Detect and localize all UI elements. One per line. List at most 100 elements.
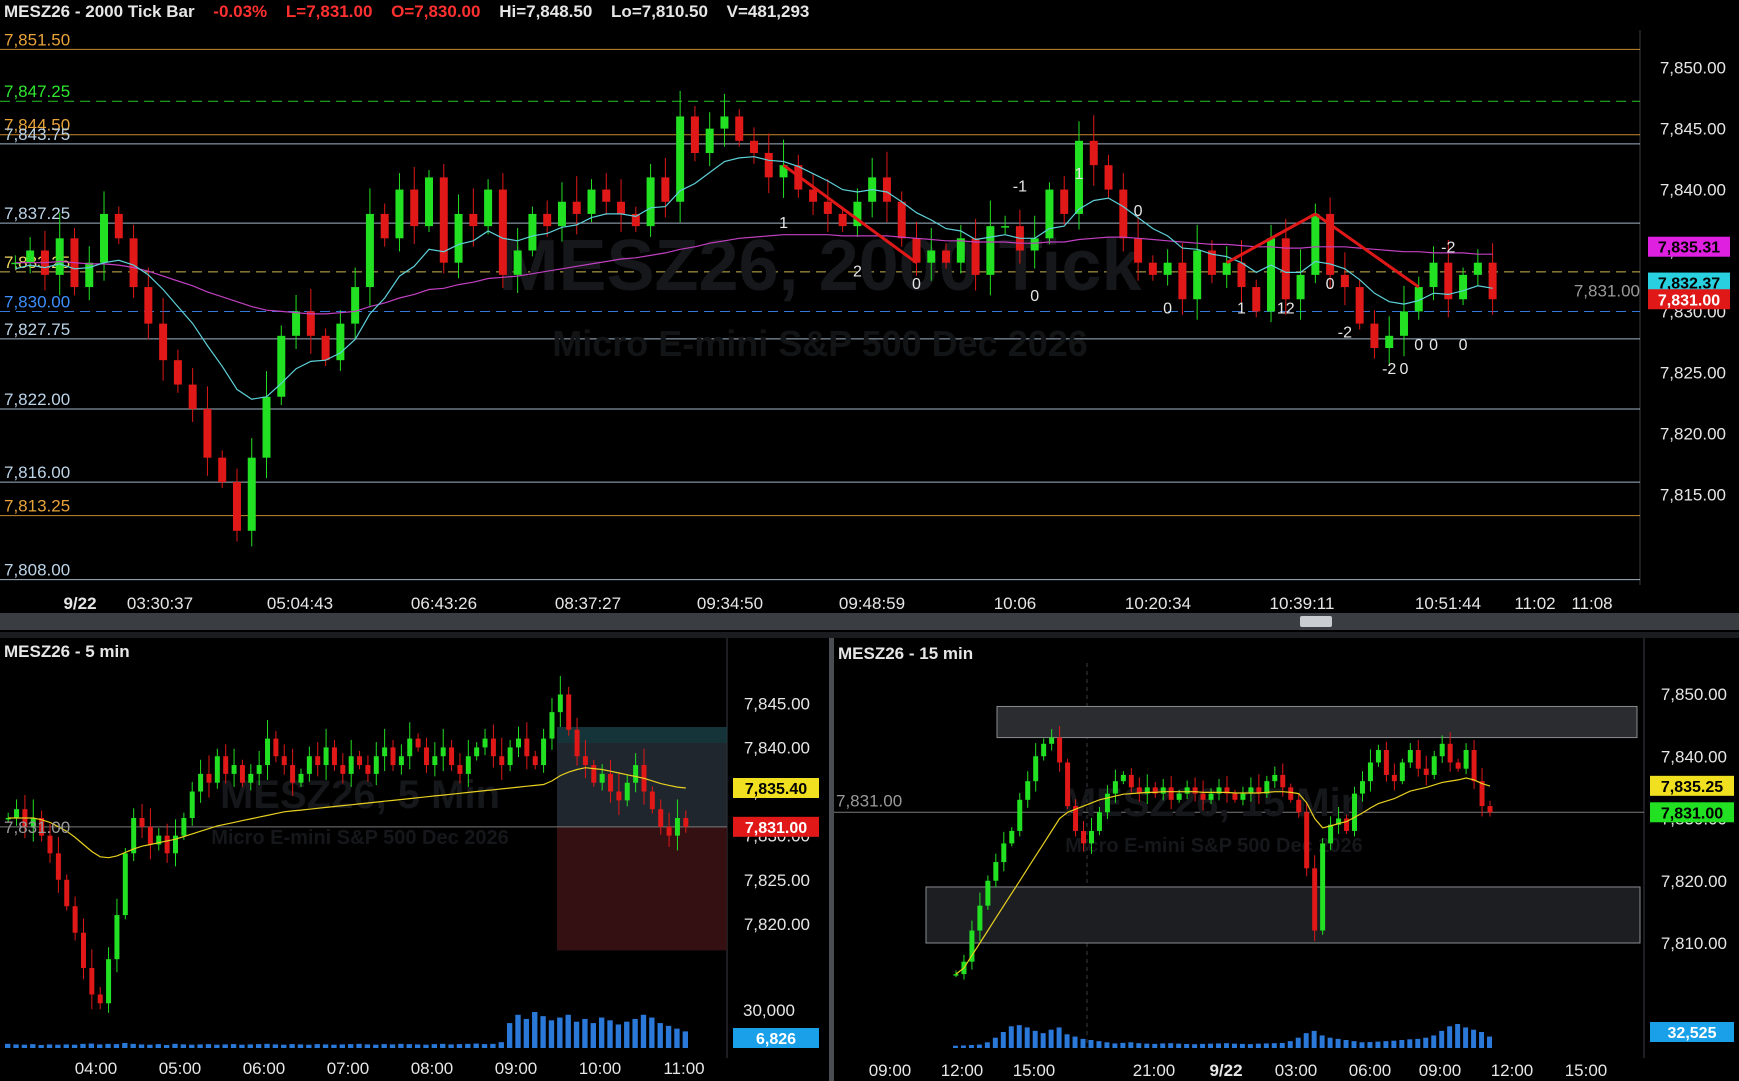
main-candle-body [942, 250, 951, 263]
horizontal-scrollbar[interactable] [0, 613, 1739, 630]
scrollbar-thumb[interactable] [1300, 616, 1332, 627]
m15-candle-body [1120, 774, 1126, 782]
main-candle-body [528, 213, 537, 251]
m5-candle-body [47, 835, 53, 854]
m15-volume-bar [1383, 1041, 1389, 1048]
m5-candle-body [432, 756, 438, 766]
m15-candle-body [993, 862, 999, 881]
m5-candle-body [608, 773, 614, 792]
main-candle-body [927, 250, 936, 263]
m15-candle-body [1041, 743, 1047, 757]
main-price-chart[interactable]: 7,851.507,847.257,844.507,843.757,837.25… [0, 0, 1739, 636]
m15-candle-body [1407, 750, 1413, 763]
m15-volume-bar [1128, 1042, 1134, 1048]
m15-candle-body [953, 974, 959, 976]
five-min-price-chart[interactable]: MESZ26, 5 Min Micro E-mini S&P 500 Dec 20… [0, 638, 829, 1081]
m15-volume-bar [1120, 1042, 1126, 1048]
m5-candle-body [72, 906, 78, 933]
m15-candle-body [1128, 774, 1134, 788]
m15-volume-bar [1000, 1032, 1006, 1048]
m15-candle-body [1352, 793, 1358, 831]
m5-volume-bar [548, 1020, 555, 1048]
m15-volume-bar [1447, 1026, 1453, 1048]
main-candle-body [750, 140, 758, 153]
m15-candle-body [1001, 843, 1007, 863]
m15-volume-bar [1072, 1036, 1078, 1048]
m5-volume-bar [105, 1043, 111, 1048]
m5-volume-bar [189, 1044, 195, 1048]
m5-volume-bar [540, 1016, 546, 1048]
m15-x-label: 9/22 [1209, 1061, 1242, 1080]
main-candle-body [1163, 262, 1172, 275]
m15-volume-bar [1040, 1033, 1046, 1048]
m15-volume-bar [1080, 1038, 1086, 1048]
m15-candle-body [1359, 781, 1365, 794]
price-tag: 7,835.31 [1658, 240, 1720, 257]
m5-candle-body [248, 773, 254, 783]
m5-candle-body [482, 738, 488, 748]
main-candle-body [1488, 262, 1497, 300]
m5-volume-bar [30, 1044, 36, 1048]
m5-volume-bar [205, 1044, 212, 1048]
m15-candle-body [1192, 787, 1198, 794]
m15-resistance-zone [996, 705, 1638, 739]
m5-candle-body [390, 747, 396, 766]
main-y-tick: 7,815.00 [1660, 485, 1726, 504]
m15-candle-body [1280, 774, 1286, 788]
m5-candle-body [340, 765, 346, 774]
main-candle-body [292, 311, 301, 336]
swing-marker-label: -2 [1382, 361, 1396, 378]
main-chart-pane[interactable]: MESZ26 - 2000 Tick Bar -0.03% L=7,831.00… [0, 0, 1739, 636]
m15-volume-bar [1255, 1043, 1261, 1048]
m15-candle-body [1304, 812, 1310, 869]
price-level-label: 7,827.75 [4, 320, 70, 339]
m15-volume-bar [1455, 1024, 1461, 1048]
main-candle-body [232, 482, 241, 531]
m15-volume-bar [1239, 1043, 1245, 1048]
m5-volume-bar [373, 1044, 379, 1048]
m15-candle-body [1415, 750, 1421, 769]
m5-candle-body [139, 818, 145, 827]
m5-volume-bar [590, 1023, 596, 1048]
m5-volume-bar [331, 1044, 337, 1048]
m15-volume-bar [1168, 1043, 1174, 1048]
fifteen-min-price-chart[interactable]: MESZ26, 15 MinMicro E-mini S&P 500 Dec 2… [834, 638, 1739, 1081]
m5-volume-bar [172, 1043, 178, 1048]
m15-volume-bar [968, 1045, 974, 1048]
five-min-chart-pane[interactable]: MESZ26 - 5 min MESZ26, 5 Min Micro E-mini… [0, 638, 829, 1081]
main-candle-body [144, 287, 153, 324]
m15-candle-body [1399, 762, 1405, 782]
m5-volume-bar [122, 1043, 128, 1048]
m15-x-label: 06:00 [1349, 1061, 1392, 1080]
m5-subwatermark: Micro E-mini S&P 500 Dec 2026 [211, 827, 509, 849]
m5-candle-body [566, 694, 572, 730]
m5-volume-bar [473, 1043, 479, 1048]
main-candle-body [838, 213, 847, 227]
m15-candle-body [1033, 756, 1039, 782]
m5-candle-body [323, 747, 329, 766]
m5-volume-bar [339, 1044, 345, 1048]
price-level-label: 7,816.00 [4, 463, 70, 482]
main-candle-body [809, 189, 818, 202]
m5-candle-body [290, 765, 296, 783]
main-candle-body [986, 226, 995, 275]
main-candle-body [587, 189, 596, 214]
m15-volume-bar [1311, 1030, 1317, 1048]
m5-candle-body [189, 791, 195, 818]
m5-volume-bar [649, 1017, 655, 1048]
m15-candle-body [1184, 787, 1190, 794]
main-candle-body [513, 250, 522, 275]
fifteen-min-chart-pane[interactable]: MESZ26 - 15 min MESZ26, 15 Min Micro E-mi… [834, 638, 1739, 1081]
m15-volume-bar [1263, 1043, 1269, 1048]
m5-candle-body [532, 756, 538, 766]
m15-candle-body [1049, 737, 1055, 744]
m15-candle-body [1487, 806, 1493, 813]
m15-y-tick: 7,810.00 [1661, 934, 1727, 953]
m15-subwatermark: Micro E-mini S&P 500 Dec 2026 [1065, 835, 1363, 857]
m15-volume-bar [1200, 1043, 1206, 1048]
m5-candle-body [658, 809, 664, 827]
m5-candle-body [256, 765, 262, 774]
m5-candle-body [64, 879, 70, 907]
main-candle-body [690, 116, 699, 153]
swing-marker-label: 1 [1075, 166, 1084, 183]
